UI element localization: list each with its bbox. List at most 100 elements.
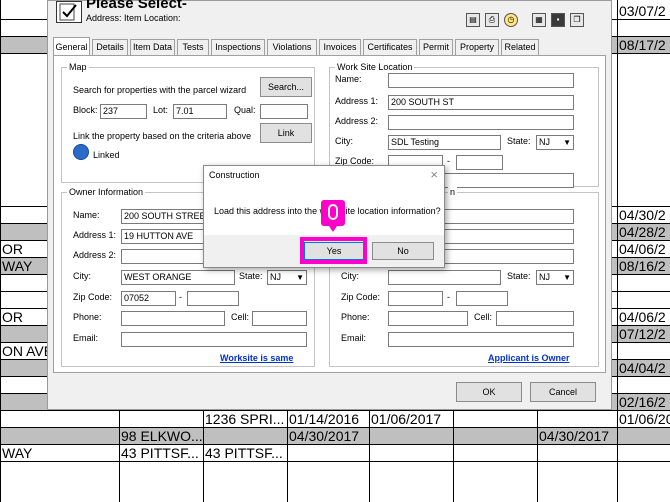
applicant-phone-input[interactable]	[388, 311, 468, 326]
applicant-zip-label: Zip Code:	[341, 292, 381, 302]
owner-phone-input[interactable]	[121, 311, 225, 326]
applicant-cell-input[interactable]	[496, 311, 574, 326]
dialog-title: Construction	[209, 170, 260, 180]
owner-state-label: State:	[239, 271, 263, 281]
applicant-email-input[interactable]	[388, 332, 574, 347]
chevron-down-icon: ▼	[296, 273, 304, 282]
table-cell: 04/04/2	[619, 360, 666, 376]
owner-name-label: Name:	[73, 210, 100, 220]
applicant-email-label: Email:	[341, 333, 367, 343]
tab-invoices[interactable]: Invoices	[319, 39, 361, 55]
save-icon[interactable]: ▪	[551, 13, 565, 27]
table-cell: 04/30/2	[619, 207, 666, 223]
worksite-address2-label: Address 2:	[335, 116, 379, 126]
table-cell	[617, 275, 670, 292]
chevron-down-icon: ▼	[563, 138, 571, 147]
owner-address1-label: Address 1:	[73, 230, 117, 240]
table-cell	[0, 428, 119, 445]
cancel-button[interactable]: Cancel	[530, 382, 596, 402]
owner-legend: Owner Information	[67, 187, 146, 197]
document-icon[interactable]: ▦	[532, 13, 546, 27]
table-cell	[617, 190, 670, 207]
owner-cell-input[interactable]	[252, 311, 307, 326]
tab-related[interactable]: Related	[501, 39, 539, 55]
applicant-legend: n	[448, 187, 458, 197]
table-cell	[537, 445, 617, 462]
owner-zip-ext-input[interactable]	[187, 291, 239, 306]
print-icon[interactable]: ⎙	[485, 13, 499, 27]
worksite-zip-ext-input[interactable]	[456, 155, 503, 170]
owner-cell-label: Cell:	[231, 312, 250, 322]
applicant-city-input[interactable]	[388, 270, 501, 285]
owner-state-select[interactable]: NJ ▼	[267, 270, 307, 285]
block-input[interactable]: 237	[100, 104, 147, 119]
worksite-address1-input[interactable]: 200 SOUTH ST	[388, 95, 574, 110]
copy-icon[interactable]: ❐	[570, 13, 584, 27]
table-cell	[0, 411, 119, 428]
tab-details[interactable]: Details	[92, 39, 128, 55]
clipboard-check-icon	[56, 1, 82, 23]
table-cell: 08/16/2	[619, 258, 666, 274]
applicant-is-owner-link[interactable]: Applicant is Owner	[488, 353, 570, 363]
table-cell	[537, 411, 617, 428]
link-button[interactable]: Link	[260, 123, 312, 143]
tab-item-data[interactable]: Item Data	[130, 39, 175, 55]
table-cell: 08/17/2	[619, 37, 666, 53]
applicant-state-select[interactable]: NJ ▼	[536, 270, 574, 285]
tab-certificates[interactable]: Certificates	[363, 39, 417, 55]
tab-tests[interactable]: Tests	[177, 39, 209, 55]
owner-zip-dash: -	[179, 292, 182, 302]
applicant-zip-input[interactable]	[388, 291, 443, 306]
lot-label: Lot:	[153, 105, 169, 115]
table-cell	[617, 377, 670, 394]
stamp-icon[interactable]: ▤	[466, 13, 480, 27]
table-cell: 43 PITTSF...	[205, 445, 283, 461]
table-cell	[617, 428, 670, 445]
table-cell: 01/14/2016	[289, 411, 360, 427]
window-subtitle: Address: Item Location:	[86, 13, 181, 23]
applicant-zip-ext-input[interactable]	[456, 291, 508, 306]
table-cell: 01/06/2017	[619, 411, 670, 427]
tab-inspections[interactable]: Inspections	[211, 39, 265, 55]
table-cell	[617, 343, 670, 360]
table-cell: 04/30/2017	[539, 428, 610, 444]
lot-input[interactable]: 7.01	[173, 104, 227, 119]
table-cell: 04/06/2	[619, 241, 666, 257]
search-button[interactable]: Search...	[260, 77, 312, 97]
yes-button-highlight	[300, 237, 367, 264]
worksite-is-same-link[interactable]: Worksite is same	[220, 353, 293, 363]
table-cell	[617, 445, 670, 462]
table-cell: 07/12/2	[619, 326, 666, 342]
linked-label: Linked	[93, 150, 120, 160]
no-button[interactable]: No	[372, 242, 434, 260]
worksite-state-label: State:	[507, 136, 531, 146]
owner-city-input[interactable]: WEST ORANGE	[121, 270, 235, 285]
tab-general[interactable]: General	[53, 37, 90, 55]
worksite-city-label: City:	[335, 136, 353, 146]
tab-property[interactable]: Property	[455, 39, 499, 55]
table-cell: 1236 SPRI...	[205, 411, 285, 427]
block-label: Block:	[73, 105, 98, 115]
owner-phone-label: Phone:	[73, 312, 102, 322]
chevron-down-icon: ▼	[563, 273, 571, 282]
qual-label: Qual:	[234, 105, 256, 115]
worksite-city-input[interactable]: SDL Testing	[388, 135, 501, 150]
owner-city-label: City:	[73, 271, 91, 281]
table-cell: 98 ELKWO...	[121, 428, 203, 444]
table-cell	[119, 411, 203, 428]
owner-zip-input[interactable]: 07052	[121, 291, 176, 306]
clock-icon[interactable]: ◷	[504, 13, 518, 27]
worksite-address2-input[interactable]	[388, 115, 574, 130]
tab-permit[interactable]: Permit	[419, 39, 453, 55]
table-cell	[203, 428, 287, 445]
owner-email-input[interactable]	[121, 332, 307, 347]
worksite-state-select[interactable]: NJ ▼	[536, 135, 574, 150]
ok-button[interactable]: OK	[456, 382, 522, 402]
worksite-state-value: NJ	[539, 137, 550, 147]
qual-input[interactable]	[260, 104, 308, 119]
tab-violations[interactable]: Violations	[267, 39, 317, 55]
worksite-name-input[interactable]	[388, 73, 574, 88]
globe-icon	[73, 144, 89, 160]
table-cell	[617, 20, 670, 37]
close-icon[interactable]: ×	[430, 167, 438, 182]
